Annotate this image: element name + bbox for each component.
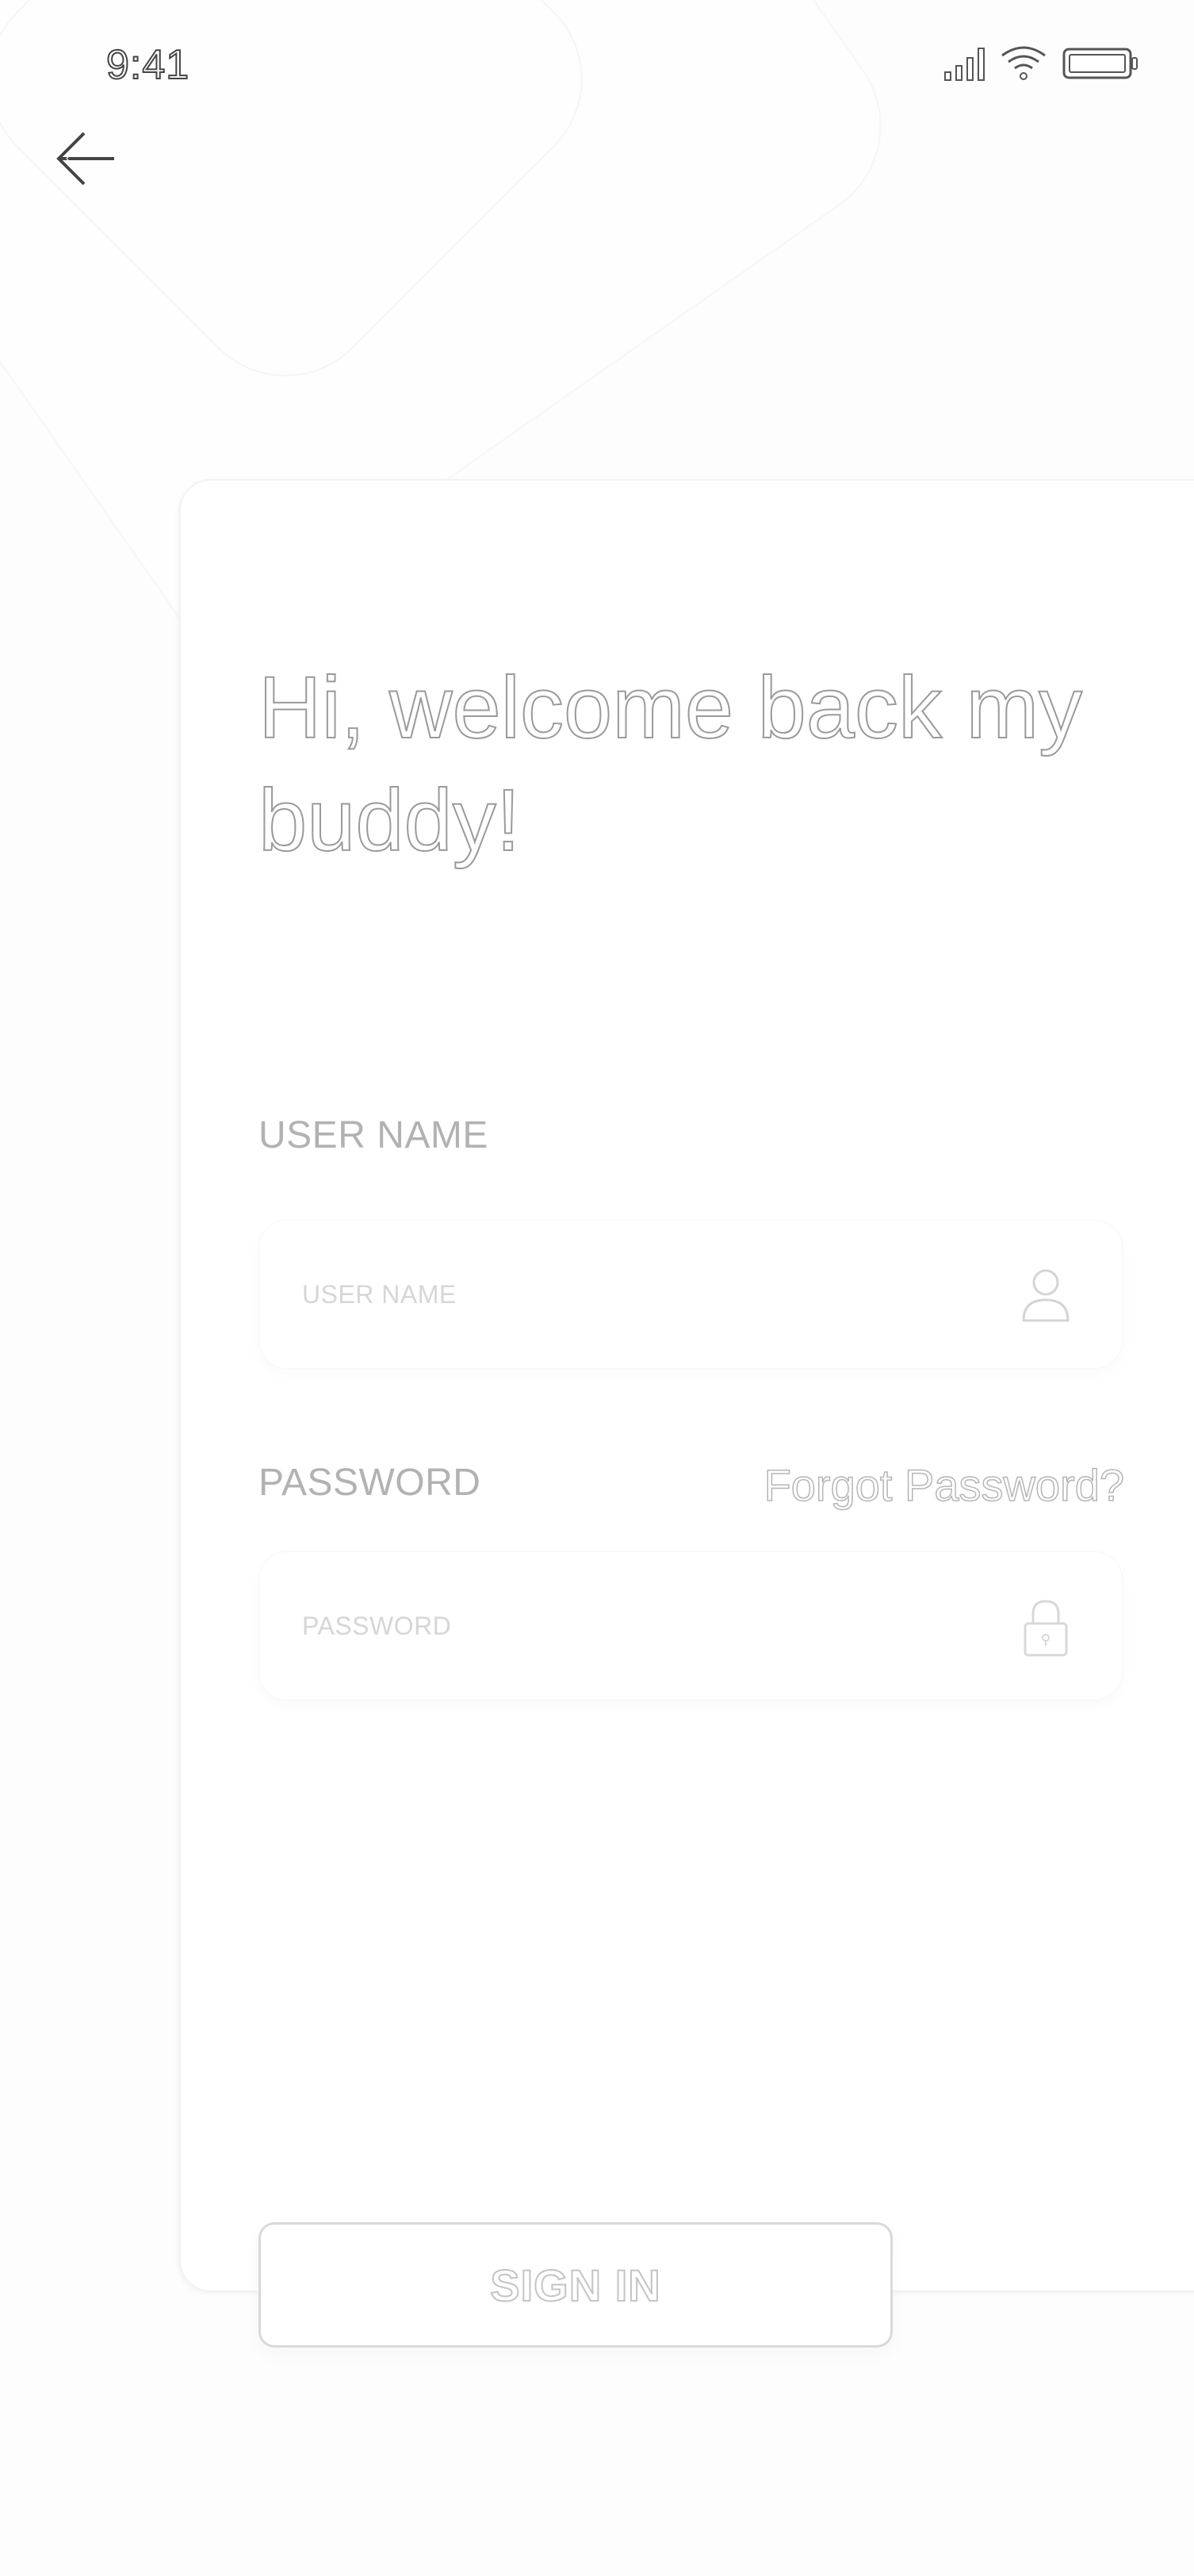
password-input[interactable] — [302, 1552, 976, 1700]
arrow-left-icon — [56, 132, 114, 186]
forgot-password-link[interactable]: Forgot Password? — [763, 1459, 1125, 1511]
sign-in-button[interactable]: SIGN IN — [258, 2222, 893, 2348]
password-label: PASSWORD — [258, 1462, 481, 1504]
sign-in-label: SIGN IN — [489, 2260, 661, 2311]
username-label: USER NAME — [258, 1114, 488, 1156]
status-icons — [944, 44, 1139, 81]
user-icon — [1022, 1269, 1070, 1322]
status-time: 9:41 — [105, 41, 190, 89]
username-input[interactable] — [302, 1221, 976, 1368]
wifi-icon — [999, 44, 1048, 81]
signal-icon — [944, 46, 985, 81]
welcome-title: Hi, welcome back my buddy! — [258, 658, 1083, 870]
password-field-container — [258, 1551, 1123, 1700]
back-button[interactable] — [52, 125, 119, 192]
lock-icon — [1024, 1600, 1068, 1657]
username-field-container — [258, 1220, 1123, 1369]
battery-icon — [1062, 46, 1139, 81]
login-screen: 9:41 Hi, welcome back my buddy! USER NAM… — [0, 0, 1194, 2576]
